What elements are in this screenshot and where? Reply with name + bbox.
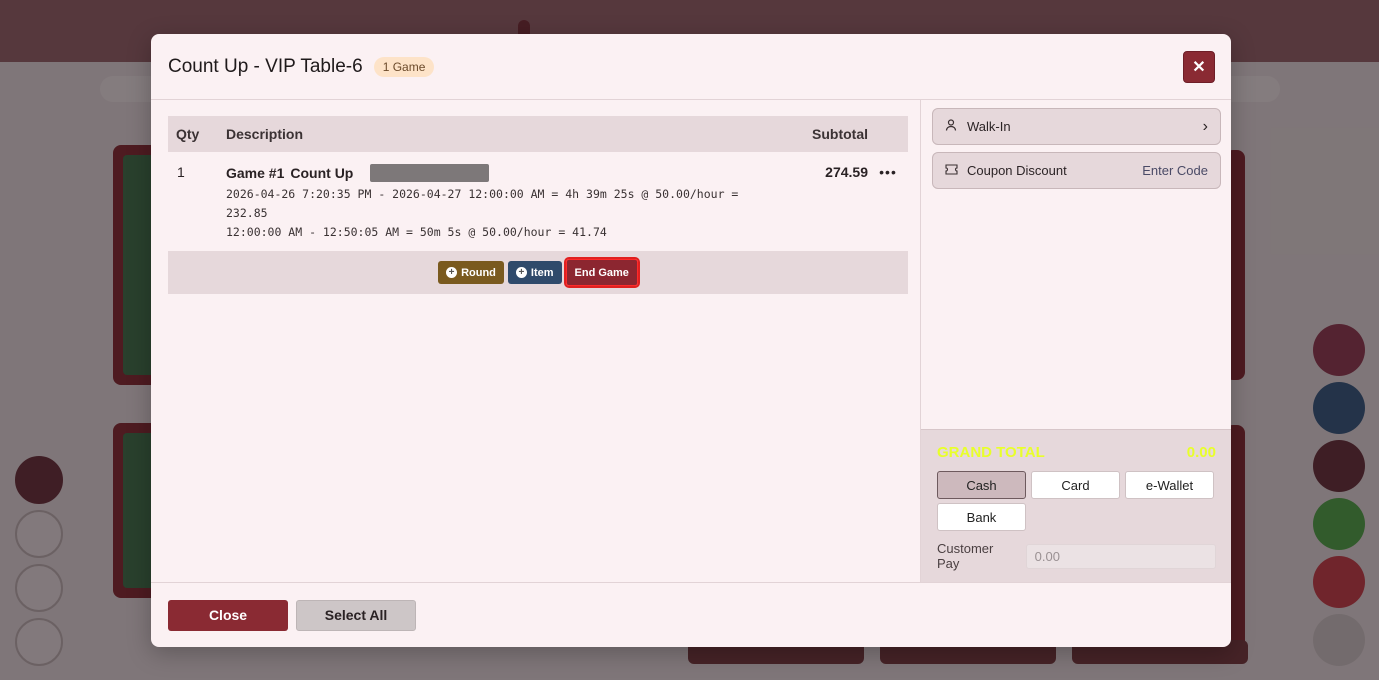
row-subtotal: 274.59	[825, 164, 868, 180]
game-title-line: Game #1 Count Up	[226, 164, 778, 182]
customer-pay-input[interactable]: 0.00	[1025, 543, 1216, 569]
game-number: Game #1	[226, 165, 285, 181]
customer-name: Walk-In	[967, 119, 1011, 134]
payment-box: GRAND TOTAL 0.00 Cash Card e-Wallet Bank…	[921, 429, 1231, 582]
close-icon[interactable]: ✕	[1183, 51, 1215, 83]
plus-circle-icon: +	[515, 267, 527, 278]
select-all-button[interactable]: Select All	[296, 599, 416, 631]
end-game-button[interactable]: End Game	[563, 257, 640, 288]
coupon-label: Coupon Discount	[967, 163, 1067, 178]
user-icon	[945, 119, 959, 134]
grand-total-value: 0.00	[1186, 444, 1216, 461]
column-header-description: Description	[218, 116, 778, 152]
modal-footer: Close Select All	[151, 582, 1231, 647]
customer-pay-label: Customer Pay	[937, 541, 994, 571]
checkout-modal: Count Up - VIP Table-6 1 Game ✕ Qty Desc…	[151, 34, 1231, 647]
charge-detail-line: 2026-04-26 7:20:35 PM - 2026-04-27 12:00…	[226, 187, 739, 201]
order-items-pane: Qty Description Subtotal 1 Game #1 Count…	[151, 100, 920, 582]
game-count-badge: 1 Game	[373, 56, 435, 77]
customer-pay-row: Customer Pay 0.00	[937, 541, 1216, 571]
add-item-label: Item	[530, 266, 554, 279]
add-round-label: Round	[461, 266, 496, 279]
ticket-icon	[945, 163, 959, 178]
grand-total-row: GRAND TOTAL 0.00	[937, 444, 1216, 461]
enter-code-link[interactable]: Enter Code	[1142, 163, 1208, 178]
column-header-qty: Qty	[168, 116, 218, 152]
payment-method-ewallet[interactable]: e-Wallet	[1125, 471, 1214, 499]
column-header-subtotal: Subtotal	[778, 116, 868, 152]
game-mode: Count Up	[290, 165, 354, 181]
payment-method-grid: Cash Card e-Wallet Bank	[937, 471, 1216, 531]
chevron-right-icon: ›	[1202, 117, 1208, 135]
payment-method-bank[interactable]: Bank	[937, 503, 1026, 531]
add-item-button[interactable]: + Item	[507, 261, 562, 284]
charge-detail-line: 232.85	[226, 206, 268, 220]
column-header-actions	[868, 116, 908, 152]
game-action-bar: + Round + Item End Game	[168, 251, 908, 294]
redacted-block	[370, 164, 490, 182]
more-options-icon[interactable]: •••	[868, 152, 908, 242]
add-round-button[interactable]: + Round	[438, 261, 504, 284]
table-row[interactable]: 1 Game #1 Count Up 2026-04-26 7:20:35 PM…	[168, 152, 908, 242]
payment-method-cash[interactable]: Cash	[937, 471, 1026, 499]
table-header-row: Qty Description Subtotal	[168, 116, 908, 152]
row-qty: 1	[177, 164, 185, 180]
plus-circle-icon: +	[446, 267, 458, 278]
customer-selector[interactable]: Walk-In ›	[932, 108, 1221, 145]
coupon-discount-row[interactable]: Coupon Discount Enter Code	[932, 152, 1221, 189]
modal-title: Count Up - VIP Table-6	[168, 55, 363, 77]
payment-sidebar: Walk-In › Coupon Discount Enter Code GRA…	[920, 100, 1231, 582]
close-button[interactable]: Close	[168, 599, 288, 631]
order-items-table: Qty Description Subtotal 1 Game #1 Count…	[168, 116, 908, 242]
payment-method-card[interactable]: Card	[1031, 471, 1120, 499]
row-description: Game #1 Count Up 2026-04-26 7:20:35 PM -…	[218, 152, 778, 242]
grand-total-label: GRAND TOTAL	[937, 444, 1045, 461]
charge-detail-line: 12:00:00 AM - 12:50:05 AM = 50m 5s @ 50.…	[226, 225, 607, 239]
modal-header: Count Up - VIP Table-6 1 Game ✕	[151, 34, 1231, 100]
